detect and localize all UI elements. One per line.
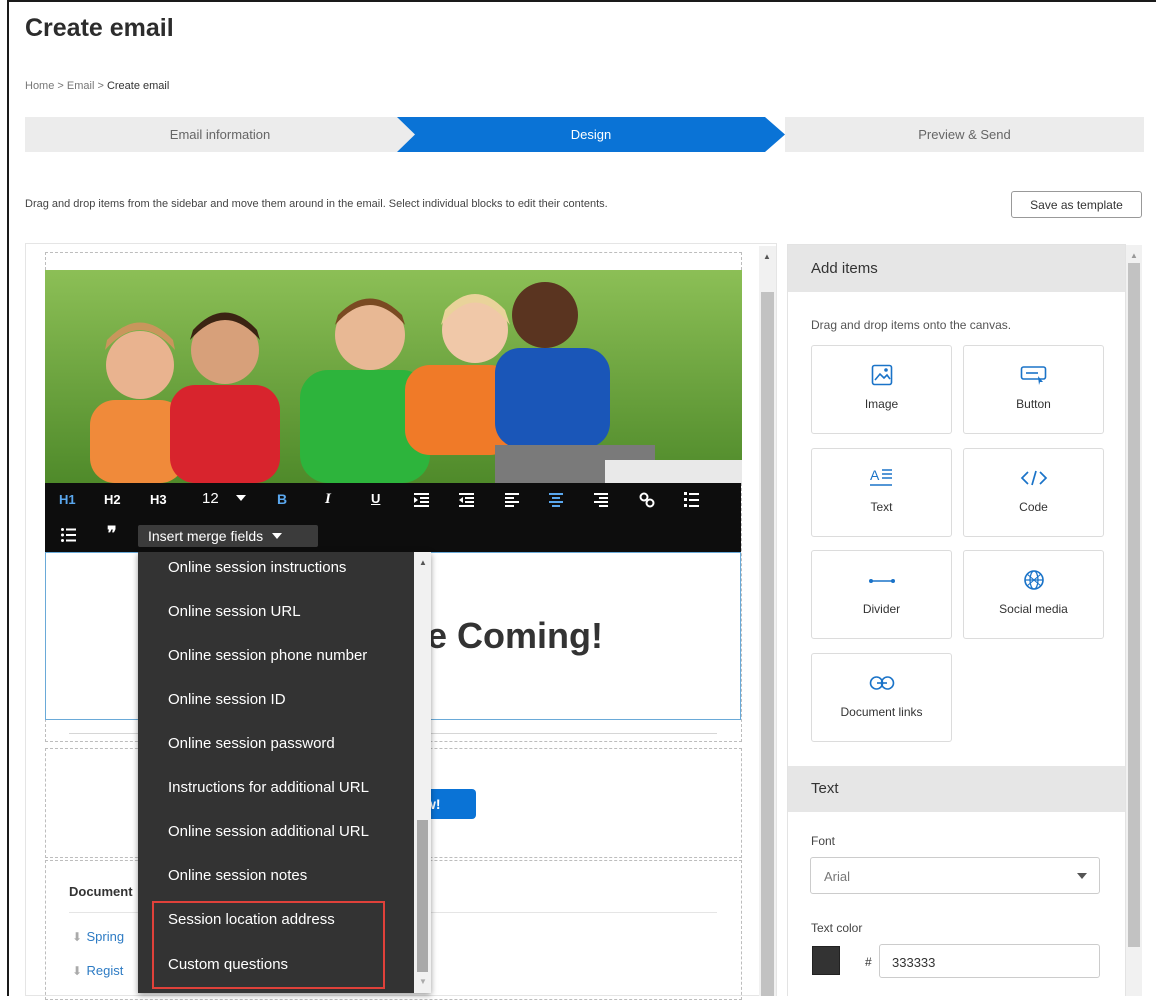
text-color-swatch[interactable] [812,946,840,975]
unordered-list-icon[interactable] [61,528,76,542]
text-icon: A [869,467,892,486]
h2-button[interactable]: H2 [104,492,121,507]
documents-heading: Document [69,884,133,899]
image-icon [871,364,892,386]
text-color-input[interactable]: 333333 [879,944,1100,978]
tile-image[interactable]: Image [811,345,952,434]
children-photo-image [45,270,742,483]
tile-divider[interactable]: Divider [811,550,952,639]
download-icon: ⬇ [72,930,83,944]
page-title: Create email [25,14,174,42]
highlight-box [152,901,385,989]
h1-button[interactable]: H1 [59,492,76,507]
breadcrumb-current: Create email [106,80,170,92]
tile-document-links[interactable]: Document links [811,653,952,742]
canvas-scroll-thumb[interactable] [761,292,774,996]
tile-text[interactable]: A Text [811,448,952,537]
globe-icon [1023,570,1044,590]
font-label: Font [811,834,836,848]
merge-field-item[interactable]: Online session ID [168,691,286,708]
link-icon[interactable] [639,492,655,508]
bold-button[interactable]: B [277,491,287,507]
header-photo[interactable] [45,270,742,483]
merge-field-item[interactable]: Online session notes [168,867,307,884]
merge-field-item[interactable]: Online session instructions [168,559,346,576]
doc-link-1[interactable]: ⬇ Spring [72,928,124,946]
progress-steps: Email information Preview & Send Design [25,117,1144,152]
step-email-information[interactable]: Email information [25,117,415,152]
divider-icon [868,579,895,583]
canvas-scrollbar[interactable]: ▲ [759,246,776,996]
add-items-title: Add items [788,245,1125,292]
font-size-caret-icon[interactable] [236,495,246,501]
font-select[interactable]: Arial [810,857,1100,894]
align-right-icon[interactable] [594,493,608,507]
step-preview-send[interactable]: Preview & Send [785,117,1144,152]
sidebar-scroll-thumb[interactable] [1128,263,1140,947]
button-icon [1020,366,1046,385]
indent-icon[interactable] [414,493,429,507]
merge-field-item[interactable]: Online session additional URL [168,823,369,840]
scroll-up-icon[interactable]: ▲ [763,252,771,261]
text-settings-title: Text [788,766,1125,812]
dropdown-scrollbar[interactable]: ▲ ▼ [414,552,431,993]
tile-code[interactable]: Code [963,448,1104,537]
breadcrumb-email[interactable]: Email [67,80,95,92]
dropdown-scroll-thumb[interactable] [417,820,428,972]
chevron-down-icon [272,533,283,539]
chevron-down-icon [1077,873,1087,879]
text-color-label: Text color [811,921,863,935]
merge-field-item[interactable]: Instructions for additional URL [168,779,369,796]
font-size-select[interactable]: 12 [202,490,219,507]
align-center-icon[interactable] [549,493,563,507]
rich-text-toolbar: H1 H2 H3 12 B I U ❞ Insert merge fields [45,483,741,552]
save-as-template-button[interactable]: Save as template [1011,191,1142,218]
doc-link-2[interactable]: ⬇ Regist [72,962,123,980]
heading-text[interactable]: re Coming! [413,615,603,657]
download-icon: ⬇ [72,964,83,978]
code-icon [1020,470,1047,486]
sidebar-scrollbar[interactable]: ▲ [1126,245,1142,996]
merge-field-item[interactable]: Online session password [168,735,335,752]
insert-merge-fields-button[interactable]: Insert merge fields [138,525,318,547]
merge-field-item[interactable]: Online session phone number [168,647,367,664]
italic-button[interactable]: I [325,491,331,508]
ordered-list-icon[interactable] [684,492,699,508]
underline-button[interactable]: U [371,491,380,506]
breadcrumb-home[interactable]: Home [25,80,54,92]
svg-text:A: A [870,467,880,483]
tile-button[interactable]: Button [963,345,1104,434]
instructions-text: Drag and drop items from the sidebar and… [25,198,608,210]
scroll-up-icon[interactable]: ▲ [1130,251,1138,260]
align-left-icon[interactable] [505,493,519,507]
link-icon [869,676,894,690]
blockquote-icon[interactable]: ❞ [107,523,117,544]
breadcrumb: Home > Email > Create email [25,80,170,92]
add-items-hint: Drag and drop items onto the canvas. [811,318,1012,332]
step-design[interactable]: Design [397,117,785,152]
tile-social-media[interactable]: Social media [963,550,1104,639]
hash-label: # [865,955,872,969]
scroll-up-icon[interactable]: ▲ [419,558,427,567]
merge-field-item[interactable]: Online session URL [168,603,301,620]
outdent-icon[interactable] [459,493,474,507]
scroll-down-icon[interactable]: ▼ [419,977,427,986]
h3-button[interactable]: H3 [150,492,167,507]
